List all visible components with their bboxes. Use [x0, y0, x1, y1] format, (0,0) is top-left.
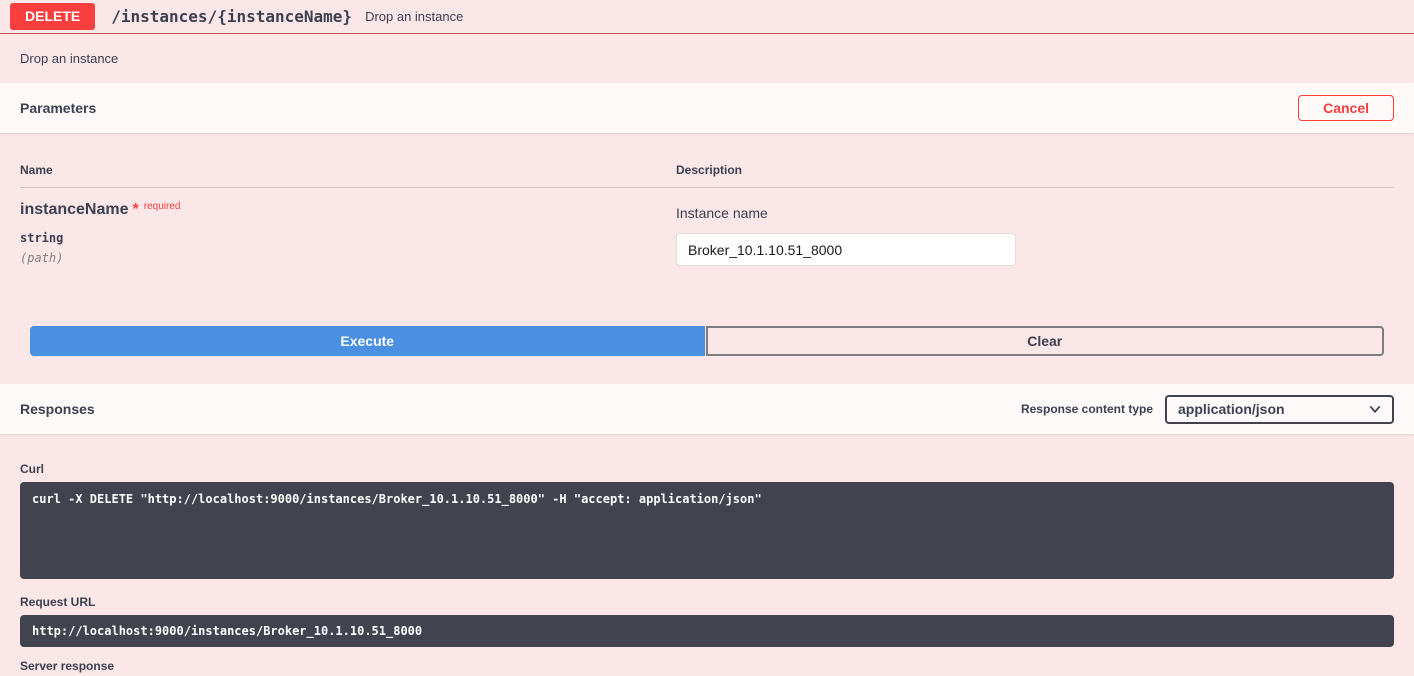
execute-button[interactable]: Execute: [30, 326, 705, 356]
content-type-selected-value: application/json: [1178, 401, 1368, 417]
parameter-description-text: Instance name: [676, 204, 1394, 223]
http-method-badge: DELETE: [10, 3, 95, 30]
server-response-label: Server response: [20, 659, 1394, 673]
parameter-row: instanceName* required string (path) Inst…: [20, 188, 1394, 266]
parameters-section-header: Parameters Cancel: [0, 83, 1414, 133]
parameter-name: instanceName* required: [20, 200, 676, 221]
response-content-type-label: Response content type: [1021, 402, 1153, 416]
responses-title: Responses: [20, 401, 95, 417]
column-header-description: Description: [676, 163, 1394, 177]
parameter-description-cell: Instance name: [676, 200, 1394, 266]
parameter-type: string: [20, 231, 676, 245]
column-header-name: Name: [20, 163, 676, 177]
chevron-down-icon: [1368, 402, 1382, 416]
required-star: *: [133, 201, 139, 218]
required-label: required: [144, 201, 181, 212]
responses-body: Curl curl -X DELETE "http://localhost:90…: [0, 434, 1414, 676]
response-content-type-group: Response content type application/json: [1021, 395, 1394, 424]
parameters-title: Parameters: [20, 100, 96, 116]
parameters-table-header: Name Description: [20, 133, 1394, 188]
endpoint-path: /instances/{instanceName}: [111, 7, 352, 26]
clear-button[interactable]: Clear: [706, 326, 1385, 356]
execute-button-group: Execute Clear: [30, 326, 1384, 356]
parameter-name-cell: instanceName* required string (path): [20, 200, 676, 266]
delete-endpoint-block: DELETE /instances/{instanceName} Drop an…: [0, 0, 1414, 676]
request-url-label: Request URL: [20, 595, 1394, 609]
request-url-block: http://localhost:9000/instances/Broker_1…: [20, 615, 1394, 647]
endpoint-summary-bar[interactable]: DELETE /instances/{instanceName} Drop an…: [0, 0, 1414, 34]
instance-name-input[interactable]: [676, 233, 1016, 266]
responses-section-header: Responses Response content type applicat…: [0, 384, 1414, 434]
content-type-select[interactable]: application/json: [1165, 395, 1394, 424]
curl-label: Curl: [20, 462, 1394, 476]
curl-command-block: curl -X DELETE "http://localhost:9000/in…: [20, 482, 1394, 579]
parameters-table: Name Description instanceName* required s…: [0, 133, 1414, 384]
parameter-name-text: instanceName: [20, 201, 129, 218]
cancel-button[interactable]: Cancel: [1298, 95, 1394, 121]
endpoint-description: Drop an instance: [0, 34, 1414, 83]
endpoint-summary-text: Drop an instance: [365, 9, 463, 24]
parameter-location: (path): [20, 251, 676, 265]
